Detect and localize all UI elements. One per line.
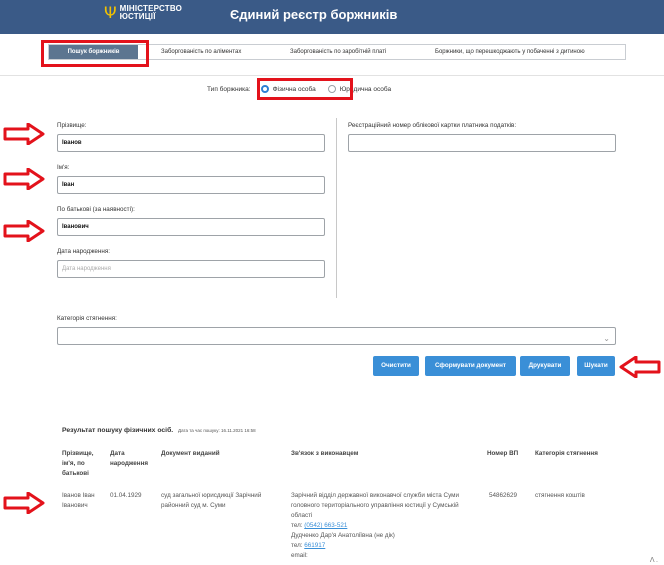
- header-contact: Зв'язок з виконавцем: [291, 450, 359, 457]
- section-divider: [0, 75, 664, 76]
- patronymic-label: По батькові (за наявності):: [57, 206, 135, 213]
- header-category: Категорія стягнення: [535, 450, 598, 457]
- arrow-left-icon: [619, 356, 661, 378]
- phone-link-person[interactable]: 661917: [304, 542, 325, 549]
- category-label: Категорія стягнення:: [57, 315, 117, 322]
- ministry-logo[interactable]: Ψ МІНІСТЕРСТВО ЮСТИЦІЇ: [104, 1, 182, 25]
- tab-child-visitation[interactable]: Боржники, що перешкоджають у побаченні з…: [435, 45, 585, 59]
- cell-birthdate: 01.04.1929: [110, 492, 142, 499]
- cell-issued-by: суд загальної юрисдикції Зарічний районн…: [161, 492, 262, 509]
- print-button[interactable]: Друкувати: [520, 356, 570, 376]
- cell-vp-number: 54862629: [489, 492, 518, 499]
- highlight-box-tab: [41, 40, 149, 67]
- arrow-right-icon: [3, 220, 45, 242]
- logo-line2: ЮСТИЦІЇ: [119, 12, 156, 21]
- header-vp-number: Номер ВП: [487, 450, 519, 457]
- tab-alimony[interactable]: Заборгованість по аліментах: [161, 45, 241, 59]
- header-issued-by: Документ виданий: [161, 450, 220, 457]
- results-timestamp: Дата та час пошуку: 16.11.2021 16:58: [178, 428, 256, 433]
- clear-button[interactable]: Очистити: [373, 356, 419, 376]
- generate-document-button[interactable]: Сформувати документ: [425, 356, 516, 376]
- site-header: Ψ МІНІСТЕРСТВО ЮСТИЦІЇ Єдиний реєстр бор…: [0, 0, 664, 34]
- arrow-right-icon: [3, 492, 45, 514]
- tab-salary[interactable]: Заборгованість по заробітній платі: [290, 45, 386, 59]
- highlight-box-type: [257, 78, 353, 100]
- phone-link-office[interactable]: (0542) 663-521: [304, 522, 347, 529]
- arrow-right-icon: [3, 168, 45, 190]
- header-name: Прізвище, ім'я, по батькові: [62, 450, 94, 477]
- debtor-type-label: Тип боржника:: [207, 85, 251, 93]
- page-title: Єдиний реєстр боржників: [230, 7, 398, 22]
- header-birthdate: Дата народження: [110, 450, 149, 467]
- search-button[interactable]: Шукати: [577, 356, 615, 376]
- birthdate-input[interactable]: Дата народження: [57, 260, 325, 278]
- form-column-divider: [336, 118, 337, 298]
- name-label: Ім'я:: [57, 164, 70, 171]
- tax-number-input[interactable]: [348, 134, 616, 152]
- results-title: Результат пошуку фізичних осіб. Дата та …: [62, 427, 256, 434]
- cell-contact: Зарічний відділ державної виконавчої слу…: [291, 492, 460, 559]
- chevron-down-icon: ⌄: [603, 334, 610, 343]
- trident-icon: Ψ: [104, 3, 117, 22]
- surname-label: Прізвище:: [57, 122, 87, 129]
- surname-input[interactable]: Іванов: [57, 134, 325, 152]
- corner-mark: Λ .: [649, 557, 658, 564]
- arrow-right-icon: [3, 123, 45, 145]
- birthdate-label: Дата народження:: [57, 248, 111, 255]
- cell-category: стягнення коштів: [535, 492, 585, 499]
- tax-number-label: Реєстраційний номер облікової картки пла…: [348, 122, 517, 129]
- category-select[interactable]: ⌄: [57, 327, 616, 345]
- cell-name: Іванов Іван Іванович: [62, 492, 95, 509]
- patronymic-input[interactable]: Іванович: [57, 218, 325, 236]
- name-input[interactable]: Іван: [57, 176, 325, 194]
